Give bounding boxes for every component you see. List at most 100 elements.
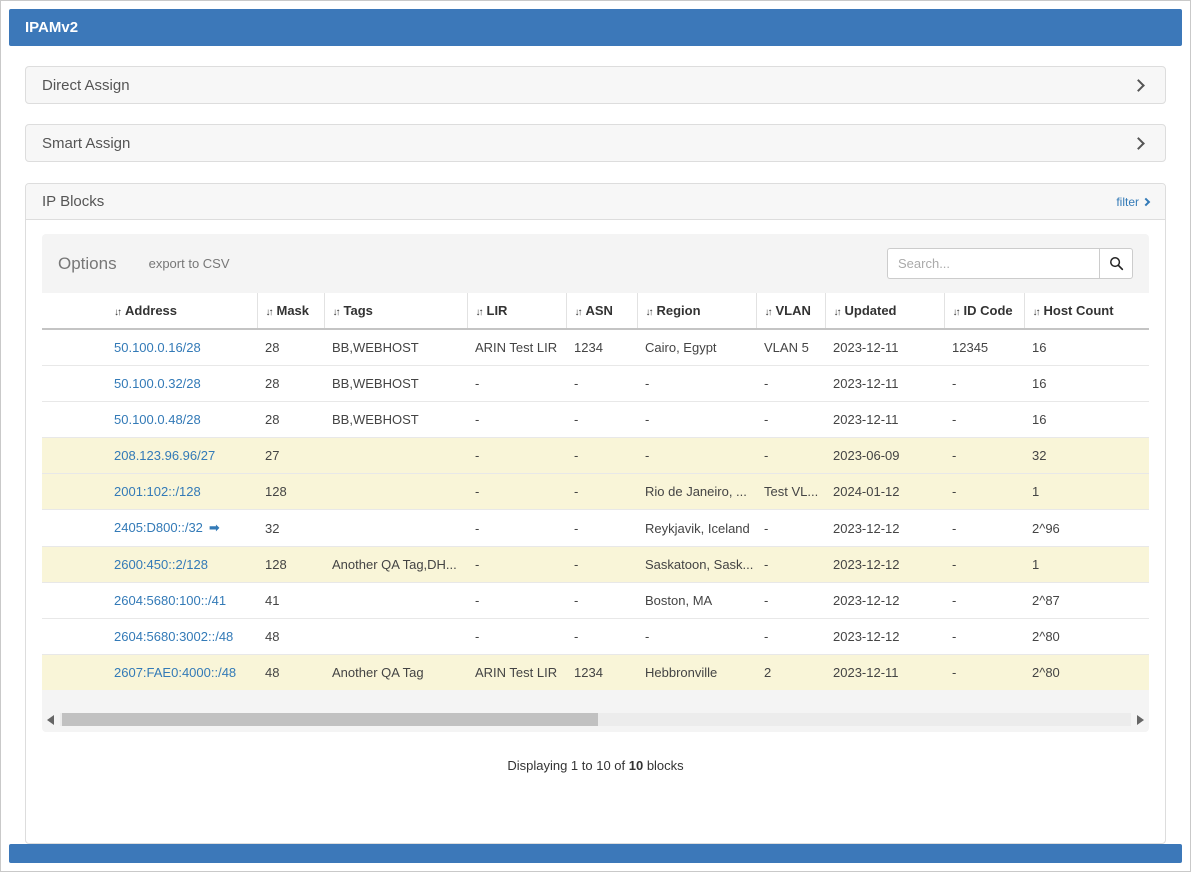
lir-cell: - [467, 510, 566, 547]
address-cell: 2604:5680:100::/41 [42, 583, 257, 619]
pagination-summary: Displaying 1 to 10 of 10 blocks [42, 758, 1149, 773]
address-cell: 50.100.0.32/28 [42, 366, 257, 402]
tags-cell: BB,WEBHOST [324, 366, 467, 402]
address-link[interactable]: 2600:450::2/128 [114, 557, 208, 572]
scroll-right-arrow-icon[interactable] [1133, 712, 1147, 726]
mask-cell: 28 [257, 402, 324, 438]
mask-cell: 48 [257, 619, 324, 655]
vlan-cell: - [756, 619, 825, 655]
column-header-mask[interactable]: ↓↑Mask [257, 293, 324, 329]
vlan-cell: - [756, 438, 825, 474]
table-header-row: ↓↑Address ↓↑Mask ↓↑Tags ↓↑LIR ↓↑ASN ↓↑Re… [42, 293, 1149, 329]
scroll-left-arrow-icon[interactable] [44, 712, 58, 726]
asn-cell: 1234 [566, 655, 637, 691]
id-code-cell: - [944, 583, 1024, 619]
updated-cell: 2023-12-12 [825, 547, 944, 583]
updated-cell: 2023-12-12 [825, 583, 944, 619]
lir-cell: - [467, 474, 566, 510]
column-header-id-code[interactable]: ↓↑ID Code [944, 293, 1024, 329]
column-header-updated[interactable]: ↓↑Updated [825, 293, 944, 329]
export-csv-link[interactable]: export to CSV [149, 256, 230, 271]
sort-icon: ↓↑ [834, 307, 840, 318]
page: IPAMv2 Direct Assign Smart Assign IP Blo… [0, 0, 1191, 872]
asn-cell: - [566, 510, 637, 547]
asn-cell: - [566, 619, 637, 655]
mask-cell: 128 [257, 547, 324, 583]
host-count-cell: 1 [1024, 474, 1149, 510]
sort-icon: ↓↑ [1033, 307, 1039, 318]
column-header-asn[interactable]: ↓↑ASN [566, 293, 637, 329]
address-link[interactable]: 50.100.0.16/28 [114, 340, 201, 355]
lir-cell: - [467, 583, 566, 619]
asn-cell: - [566, 583, 637, 619]
column-header-address[interactable]: ↓↑Address [42, 293, 257, 329]
address-link[interactable]: 50.100.0.48/28 [114, 412, 201, 427]
vlan-cell: - [756, 510, 825, 547]
address-link[interactable]: 2607:FAE0:4000::/48 [114, 665, 236, 680]
host-count-cell: 16 [1024, 366, 1149, 402]
search-input[interactable] [887, 248, 1099, 279]
region-cell: Rio de Janeiro, ... [637, 474, 756, 510]
updated-cell: 2023-12-11 [825, 329, 944, 366]
address-link[interactable]: 208.123.96.96/27 [114, 448, 215, 463]
address-cell: 50.100.0.48/28 [42, 402, 257, 438]
mask-cell: 28 [257, 329, 324, 366]
host-count-cell: 2^80 [1024, 655, 1149, 691]
filter-link[interactable]: filter [1116, 195, 1149, 209]
address-cell: 208.123.96.96/27 [42, 438, 257, 474]
scrollbar-track[interactable] [60, 713, 1131, 726]
tags-cell [324, 438, 467, 474]
table-row: 2604:5680:100::/41 41 - - Boston, MA - 2… [42, 583, 1149, 619]
smart-assign-label: Smart Assign [42, 135, 130, 152]
column-header-tags[interactable]: ↓↑Tags [324, 293, 467, 329]
updated-cell: 2023-12-12 [825, 619, 944, 655]
vlan-cell: VLAN 5 [756, 329, 825, 366]
asn-cell: - [566, 402, 637, 438]
horizontal-scrollbar[interactable] [44, 710, 1147, 728]
id-code-cell: - [944, 547, 1024, 583]
column-header-lir[interactable]: ↓↑LIR [467, 293, 566, 329]
host-count-cell: 16 [1024, 402, 1149, 438]
summary-total: 10 [629, 758, 643, 773]
address-link[interactable]: 2604:5680:100::/41 [114, 593, 226, 608]
sort-icon: ↓↑ [646, 307, 652, 318]
mask-cell: 28 [257, 366, 324, 402]
address-link[interactable]: 2001:102::/128 [114, 484, 201, 499]
lir-cell: - [467, 547, 566, 583]
summary-prefix: Displaying 1 to 10 of [507, 758, 628, 773]
table-row: 208.123.96.96/27 27 - - - - 2023-06-09 -… [42, 438, 1149, 474]
sort-icon: ↓↑ [765, 307, 771, 318]
search-button[interactable] [1099, 248, 1133, 279]
asn-cell: - [566, 474, 637, 510]
address-link[interactable]: 50.100.0.32/28 [114, 376, 201, 391]
host-count-cell: 16 [1024, 329, 1149, 366]
updated-cell: 2023-12-11 [825, 655, 944, 691]
column-label: Address [125, 303, 177, 318]
id-code-cell: - [944, 619, 1024, 655]
column-header-vlan[interactable]: ↓↑VLAN [756, 293, 825, 329]
address-cell: 2600:450::2/128 [42, 547, 257, 583]
vlan-cell: - [756, 583, 825, 619]
table-row: 50.100.0.16/28 28 BB,WEBHOST ARIN Test L… [42, 329, 1149, 366]
sort-icon: ↓↑ [266, 307, 272, 318]
id-code-cell: - [944, 438, 1024, 474]
app-title: IPAMv2 [25, 19, 78, 36]
asn-cell: 1234 [566, 329, 637, 366]
tags-cell [324, 510, 467, 547]
updated-cell: 2023-12-11 [825, 366, 944, 402]
tags-cell: BB,WEBHOST [324, 329, 467, 366]
column-header-host-count[interactable]: ↓↑Host Count [1024, 293, 1149, 329]
address-link[interactable]: 2405:D800::/32 [114, 520, 203, 535]
address-link[interactable]: 2604:5680:3002::/48 [114, 629, 233, 644]
mask-cell: 32 [257, 510, 324, 547]
sort-icon: ↓↑ [953, 307, 959, 318]
mask-cell: 48 [257, 655, 324, 691]
chevron-right-icon [1142, 197, 1150, 205]
sort-icon: ↓↑ [333, 307, 339, 318]
chevron-right-icon [1132, 79, 1145, 92]
column-header-region[interactable]: ↓↑Region [637, 293, 756, 329]
options-bar: Options export to CSV [42, 234, 1149, 293]
smart-assign-panel[interactable]: Smart Assign [25, 124, 1166, 162]
scrollbar-thumb[interactable] [62, 713, 598, 726]
direct-assign-panel[interactable]: Direct Assign [25, 66, 1166, 104]
